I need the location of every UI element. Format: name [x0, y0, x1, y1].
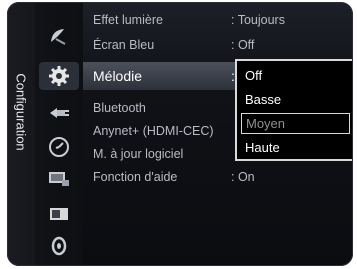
tv-screen-icon[interactable] [45, 167, 73, 191]
melodie-dropdown: Off Basse Moyen Haute [235, 59, 353, 161]
menu-item-label: Mélodie [93, 68, 143, 84]
menu-item-label: M. à jour logiciel [93, 147, 184, 161]
input-plug-icon[interactable] [45, 101, 73, 125]
dropdown-option-off[interactable]: Off [241, 65, 350, 86]
menu-item-value: : On [231, 170, 255, 184]
menu-item-label: Anynet+ (HDMI-CEC) [93, 124, 214, 138]
dropdown-option-basse[interactable]: Basse [241, 89, 350, 110]
menu-item-ecran-bleu[interactable]: Écran Bleu : Off [83, 35, 353, 55]
menu-item-value: : Off [231, 38, 255, 52]
menu-item-value: : Toujours [231, 13, 285, 27]
menu-item-label: Fonction d'aide [93, 170, 178, 184]
menu-item-fonction-aide[interactable]: Fonction d'aide : On [83, 167, 353, 187]
tv-menu-window: Configuration Effet lumière : Toujours É… [7, 2, 353, 266]
picture-icon[interactable] [45, 202, 73, 226]
menu-item-effet-lumiere[interactable]: Effet lumière : Toujours [83, 10, 353, 30]
menu-item-label: Effet lumière [93, 13, 163, 27]
support-clock-icon[interactable] [45, 135, 73, 159]
dropdown-option-moyen[interactable]: Moyen [241, 113, 350, 134]
menu-item-label: Écran Bleu [93, 38, 155, 52]
satellite-icon[interactable] [45, 24, 73, 48]
power-icon[interactable] [45, 234, 73, 258]
category-icon-column [35, 2, 83, 266]
menu-item-label: Bluetooth [93, 101, 146, 115]
side-tab-label: Configuration [13, 73, 29, 151]
settings-gear-icon[interactable] [39, 62, 79, 90]
dropdown-option-haute[interactable]: Haute [241, 137, 350, 158]
side-tab[interactable]: Configuration [7, 2, 35, 266]
